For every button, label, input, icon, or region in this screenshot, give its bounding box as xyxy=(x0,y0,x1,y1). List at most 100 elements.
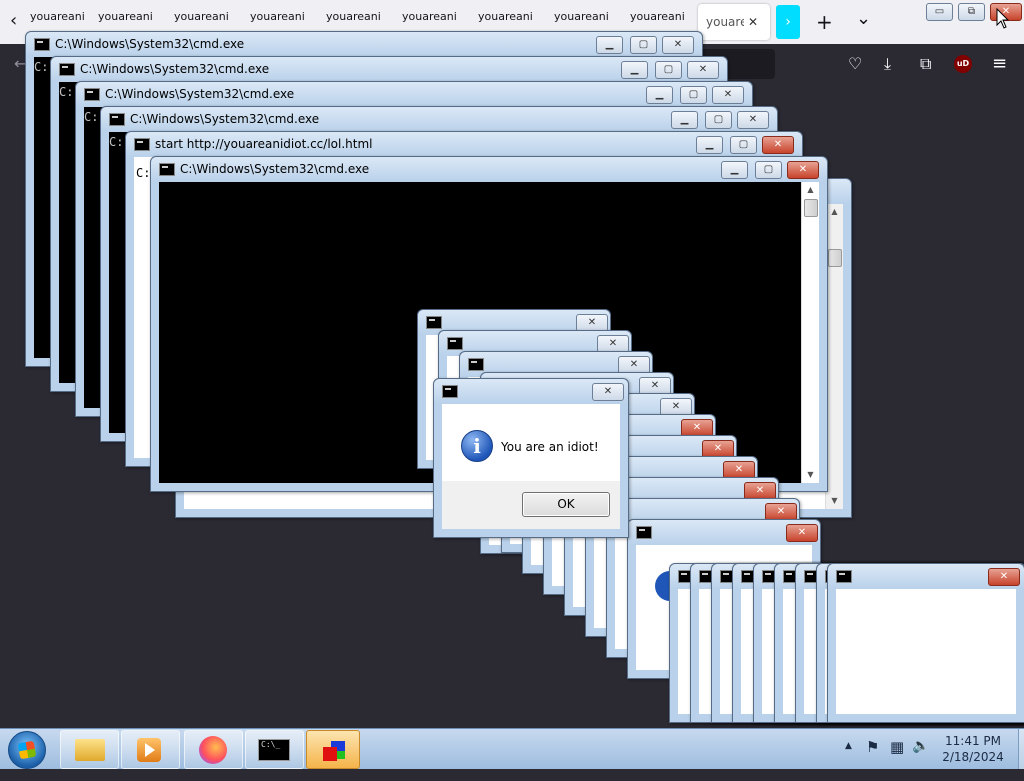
console-prompt: C: xyxy=(84,110,99,124)
cmd-window-icon xyxy=(34,38,50,51)
console-prompt: C: xyxy=(34,60,49,74)
cmd-window-icon xyxy=(109,113,125,126)
active-tab-label: youareani xyxy=(706,15,744,29)
ok-button[interactable]: OK xyxy=(522,492,610,517)
close-button[interactable]: ✕ xyxy=(762,136,794,154)
window-body xyxy=(836,589,1016,714)
maximize-button[interactable]: ▢ xyxy=(705,111,732,129)
console-prompt: C: xyxy=(109,135,124,149)
show-hidden-icons-icon[interactable]: ▲ xyxy=(845,741,852,781)
close-button[interactable]: ✕ xyxy=(712,86,744,104)
extensions-icon[interactable]: ⧉ xyxy=(920,54,931,74)
tab-scroll-forward-button[interactable]: › xyxy=(776,5,800,39)
close-button[interactable]: ✕ xyxy=(687,61,719,79)
taskbar: C:\_ ▲ ⚑ ▦ 🔈 11:41 PM 2/18/2024 xyxy=(0,728,1024,769)
message-footer: OK xyxy=(442,481,620,529)
show-desktop-button[interactable] xyxy=(1018,729,1024,769)
vertical-scrollbar[interactable]: ▲ ▼ xyxy=(801,182,819,483)
tab-scroll-back-icon[interactable]: ‹ xyxy=(10,10,17,31)
folder-icon xyxy=(75,739,105,761)
scroll-down-icon[interactable]: ▼ xyxy=(826,493,843,509)
media-player-icon xyxy=(137,738,161,762)
taskbar-cube-app-button[interactable] xyxy=(306,730,360,769)
ublock-origin-icon[interactable]: uD xyxy=(954,55,972,73)
title-bar[interactable]: C:\Windows\System32\cmd.exe ▁ ▢ ✕ xyxy=(51,57,727,82)
title-bar[interactable]: C:\Windows\System32\cmd.exe ▁ ▢ ✕ xyxy=(76,82,752,107)
title-bar[interactable]: ✕ xyxy=(434,379,628,404)
scroll-thumb[interactable] xyxy=(804,199,818,217)
close-button[interactable]: ✕ xyxy=(592,383,624,401)
close-button[interactable]: ✕ xyxy=(662,36,694,54)
title-bar[interactable]: ✕ xyxy=(628,520,820,545)
window-icon xyxy=(636,526,652,539)
clock-time: 11:41 PM xyxy=(945,734,1001,748)
taskbar-cmd-button[interactable]: C:\_ xyxy=(245,730,304,769)
close-button[interactable]: ✕ xyxy=(737,111,769,129)
window-title: C:\Windows\System32\cmd.exe xyxy=(55,37,245,51)
taskbar-firefox-button[interactable] xyxy=(184,730,243,769)
minimize-button[interactable]: ▁ xyxy=(646,86,673,104)
window-icon xyxy=(836,570,852,583)
title-bar[interactable]: C:\Windows\System32\cmd.exe ▁ ▢ ✕ xyxy=(151,157,827,182)
cube-app-icon xyxy=(321,737,349,763)
scroll-up-icon[interactable]: ▲ xyxy=(802,182,819,198)
minimize-button[interactable]: ▁ xyxy=(596,36,623,54)
window-icon xyxy=(426,316,442,329)
message-body: i You are an idiot! OK xyxy=(442,404,620,529)
minimize-button[interactable]: ▁ xyxy=(621,61,648,79)
message-text: You are an idiot! xyxy=(501,440,599,454)
close-button[interactable]: ✕ xyxy=(786,524,818,542)
title-bar[interactable]: ✕ xyxy=(828,564,1024,589)
console-prompt: C: xyxy=(59,85,74,99)
maximize-button[interactable]: ▢ xyxy=(680,86,707,104)
cmd-icon: C:\_ xyxy=(258,739,290,761)
start-button[interactable] xyxy=(8,731,46,769)
cmd-window-icon xyxy=(84,88,100,101)
console-prompt: C: xyxy=(136,166,151,180)
minimize-button[interactable]: ▁ xyxy=(671,111,698,129)
menu-icon[interactable]: ≡ xyxy=(992,53,1007,74)
info-icon: i xyxy=(461,430,493,462)
maximize-button[interactable]: ▢ xyxy=(655,61,682,79)
taskbar-explorer-button[interactable] xyxy=(60,730,119,769)
pocket-icon[interactable]: ♡ xyxy=(848,54,862,73)
window-restore-button[interactable]: ⧉ xyxy=(958,3,985,21)
title-bar[interactable]: start http://youareanidiot.cc/lol.html ▁… xyxy=(126,132,802,157)
firefox-icon xyxy=(199,736,227,764)
clock-date: 2/18/2024 xyxy=(942,750,1004,764)
window-icon xyxy=(468,358,484,371)
window-title: C:\Windows\System32\cmd.exe xyxy=(180,162,370,176)
close-button[interactable]: ✕ xyxy=(988,568,1020,586)
title-bar[interactable]: C:\Windows\System32\cmd.exe ▁ ▢ ✕ xyxy=(26,32,702,57)
cmd-window-icon xyxy=(159,163,175,176)
browser-tab-active[interactable]: youareani ✕ xyxy=(698,4,770,40)
close-tab-icon[interactable]: ✕ xyxy=(748,15,762,29)
maximize-button[interactable]: ▢ xyxy=(730,136,757,154)
action-center-flag-icon[interactable]: ⚑ xyxy=(866,738,879,778)
volume-muted-icon[interactable]: 🔈 xyxy=(912,738,929,778)
taskbar-media-player-button[interactable] xyxy=(121,730,180,769)
minimize-button[interactable]: ▁ xyxy=(721,161,748,179)
window-title: start http://youareanidiot.cc/lol.html xyxy=(155,137,373,151)
maximize-button[interactable]: ▢ xyxy=(630,36,657,54)
message-box-front[interactable]: ✕ i You are an idiot! OK xyxy=(433,378,629,538)
window-icon xyxy=(447,337,463,350)
minimize-button[interactable]: ▁ xyxy=(696,136,723,154)
network-icon[interactable]: ▦ xyxy=(890,738,904,778)
mouse-cursor-icon xyxy=(996,8,1010,29)
download-icon[interactable]: ⤓ xyxy=(884,54,891,74)
window-minimize-button[interactable]: ▭ xyxy=(926,3,953,21)
window-title: C:\Windows\System32\cmd.exe xyxy=(130,112,320,126)
scroll-thumb[interactable] xyxy=(828,249,842,267)
new-tab-icon[interactable]: + xyxy=(816,10,833,34)
maximize-button[interactable]: ▢ xyxy=(755,161,782,179)
list-all-tabs-icon[interactable]: ⌄ xyxy=(856,8,871,29)
window-title: C:\Windows\System32\cmd.exe xyxy=(80,62,270,76)
scroll-down-icon[interactable]: ▼ xyxy=(802,467,819,483)
system-clock[interactable]: 11:41 PM 2/18/2024 xyxy=(930,733,1016,765)
blank-window-front[interactable]: ✕ xyxy=(827,563,1024,723)
close-button[interactable]: ✕ xyxy=(787,161,819,179)
window-icon xyxy=(442,385,458,398)
scroll-up-icon[interactable]: ▲ xyxy=(826,204,843,220)
title-bar[interactable]: C:\Windows\System32\cmd.exe ▁ ▢ ✕ xyxy=(101,107,777,132)
